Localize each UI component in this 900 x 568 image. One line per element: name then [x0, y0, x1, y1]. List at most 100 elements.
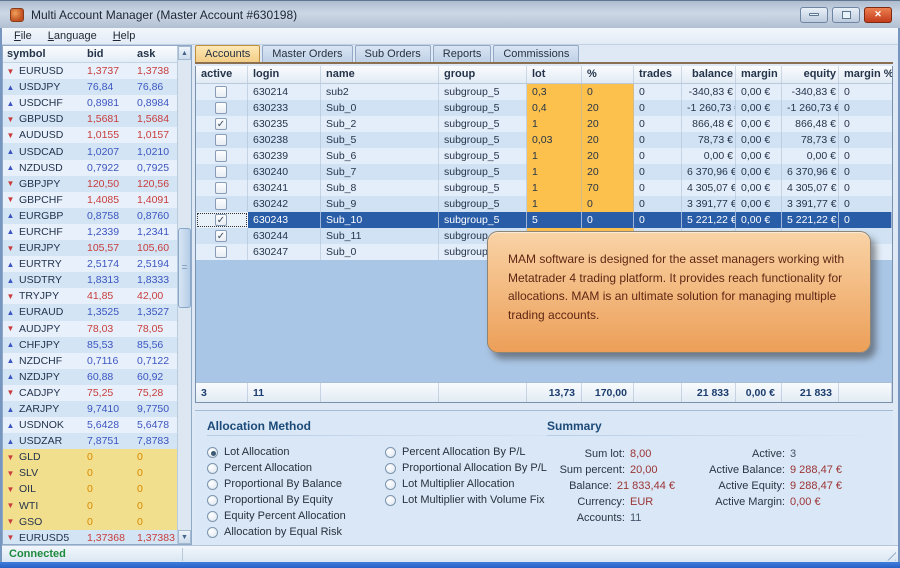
symbol-row[interactable]: ▼ GBPJPY 120,50 120,56 [3, 175, 177, 192]
accounts-header-trades[interactable]: trades [634, 66, 682, 83]
accounts-header-login[interactable]: login [248, 66, 321, 83]
accounts-header-pct[interactable]: % [582, 66, 634, 83]
scrollbar-thumb[interactable] [178, 228, 191, 308]
symbol-row[interactable]: ▲ NZDUSD 0,7922 0,7925 [3, 159, 177, 176]
unchecked-checkbox[interactable] [215, 182, 227, 194]
symbol-row[interactable]: ▲ NZDJPY 60,88 60,92 [3, 368, 177, 385]
unchecked-checkbox[interactable] [215, 198, 227, 210]
account-row[interactable]: 630241 Sub_8 subgroup_5 1 70 0 4 305,07 €0,00 … [196, 180, 892, 196]
symbol-row[interactable]: ▼ SLV 0 0 [3, 465, 177, 482]
scroll-up-icon[interactable]: ▲ [178, 46, 191, 60]
symbol-row[interactable]: ▼ CADJPY 75,25 75,28 [3, 384, 177, 401]
accounts-header-margin[interactable]: margin [736, 66, 782, 83]
account-row[interactable]: 630239 Sub_6 subgroup_5 1 20 0 0,00 €0,00 €0,0… [196, 148, 892, 164]
unchecked-checkbox[interactable] [215, 246, 227, 258]
titlebar[interactable]: Multi Account Manager (Master Account #6… [0, 0, 900, 28]
symbol-row[interactable]: ▲ EURAUD 1,3525 1,3527 [3, 304, 177, 321]
symbol-row[interactable]: ▲ USDCHF 0,8981 0,8984 [3, 95, 177, 112]
accounts-header-group[interactable]: group [439, 66, 527, 83]
menu-item-file[interactable]: File [6, 29, 40, 43]
unchecked-checkbox[interactable] [215, 102, 227, 114]
radio-option-equity-percent-allocation[interactable]: Equity Percent Allocation [207, 510, 385, 523]
accounts-header-equity[interactable]: equity [782, 66, 839, 83]
radio-icon[interactable] [207, 494, 218, 506]
radio-option-percent-allocation[interactable]: Percent Allocation [207, 462, 385, 475]
account-row[interactable]: ✓ 630235 Sub_2 subgroup_5 1 20 0 866,48 €0,00 €… [196, 116, 892, 132]
unchecked-checkbox[interactable] [215, 134, 227, 146]
accounts-header-balance[interactable]: balance [682, 66, 736, 83]
account-row[interactable]: 630240 Sub_7 subgroup_5 1 20 0 6 370,96 €0,00 … [196, 164, 892, 180]
symbol-row[interactable]: ▲ EURGBP 0,8758 0,8760 [3, 207, 177, 224]
radio-icon[interactable] [385, 462, 396, 474]
radio-icon[interactable] [385, 478, 396, 490]
account-row[interactable]: 630242 Sub_9 subgroup_5 1 0 0 3 391,77 €0,00 €… [196, 196, 892, 212]
checked-checkbox[interactable]: ✓ [215, 230, 227, 242]
maximize-button[interactable] [832, 6, 860, 23]
account-row[interactable]: 630233 Sub_0 subgroup_5 0,4 20 0 -1 260,73 €0,… [196, 100, 892, 116]
radio-option-percent-allocation-by-p-l[interactable]: Percent Allocation By P/L [385, 446, 547, 459]
radio-option-proportional-by-equity[interactable]: Proportional By Equity [207, 494, 385, 507]
symbol-row[interactable]: ▲ USDTRY 1,8313 1,8333 [3, 272, 177, 289]
radio-icon[interactable] [207, 510, 218, 522]
unchecked-checkbox[interactable] [215, 86, 227, 98]
resize-grip[interactable] [883, 547, 896, 561]
ask-value: 0 [137, 451, 143, 464]
symbol-row[interactable]: ▲ EURCHF 1,2339 1,2341 [3, 223, 177, 241]
symbol-row[interactable]: ▼ EURJPY 105,57 105,60 [3, 240, 177, 257]
checked-checkbox[interactable]: ✓ [215, 214, 227, 226]
radio-option-allocation-by-equal-risk[interactable]: Allocation by Equal Risk [207, 526, 385, 539]
accounts-header-active[interactable]: active [196, 66, 248, 83]
accounts-header-marginpct[interactable]: margin % [839, 66, 892, 83]
symbol-row[interactable]: ▼ GLD 0 0 [3, 449, 177, 466]
symbol-row[interactable]: ▲ ZARJPY 9,7410 9,7750 [3, 400, 177, 418]
radio-icon[interactable] [385, 494, 396, 506]
radio-icon[interactable] [385, 446, 396, 458]
tab-master-orders[interactable]: Master Orders [262, 45, 353, 62]
radio-selected-icon[interactable] [207, 446, 218, 458]
symbol-row[interactable]: ▲ USDZAR 7,8751 7,8783 [3, 433, 177, 450]
menu-item-help[interactable]: Help [105, 29, 144, 43]
minimize-button[interactable] [800, 6, 828, 23]
symbol-row[interactable]: ▲ EURTRY 2,5174 2,5194 [3, 256, 177, 273]
symbol-row[interactable]: ▲ USDCAD 1,0207 1,0210 [3, 143, 177, 160]
tab-accounts[interactable]: Accounts [195, 45, 261, 62]
account-row[interactable]: ✓ 630243 Sub_10 subgroup_5 5 0 0 5 221,22 €0,00… [196, 212, 892, 228]
symbol-row[interactable]: ▼ GSO 0 0 [3, 513, 177, 530]
symbol-row[interactable]: ▼ WTI 0 0 [3, 497, 177, 514]
unchecked-checkbox[interactable] [215, 166, 227, 178]
radio-icon[interactable] [207, 478, 218, 490]
tab-commissions[interactable]: Commissions [493, 45, 580, 62]
symbol-row[interactable]: ▼ AUDJPY 78,03 78,05 [3, 320, 177, 337]
radio-option-lot-multiplier-with-volume-fix[interactable]: Lot Multiplier with Volume Fix [385, 494, 547, 507]
symbol-row[interactable]: ▲ USDJPY 76,84 76,86 [3, 79, 177, 96]
tab-reports[interactable]: Reports [432, 45, 492, 62]
symbol-row[interactable]: ▼ EURUSD5 1,37368 1,37383 [3, 529, 177, 544]
radio-option-lot-allocation[interactable]: Lot Allocation [207, 446, 385, 459]
radio-option-proportional-allocation-by-p-l[interactable]: Proportional Allocation By P/L [385, 462, 547, 475]
accounts-header-lot[interactable]: lot [527, 66, 582, 83]
close-button[interactable]: ✕ [864, 6, 892, 23]
symbol-row[interactable]: ▼ OIL 0 0 [3, 481, 177, 498]
symbol-row[interactable]: ▼ EURUSD 1,3737 1,3738 [3, 63, 177, 80]
menu-item-language[interactable]: Language [40, 29, 105, 43]
accounts-header-name[interactable]: name [321, 66, 439, 83]
radio-option-proportional-by-balance[interactable]: Proportional By Balance [207, 478, 385, 491]
radio-icon[interactable] [207, 462, 218, 474]
scroll-down-icon[interactable]: ▼ [178, 530, 191, 544]
account-row[interactable]: 630238 Sub_5 subgroup_5 0,03 20 0 78,73 €0,00 … [196, 132, 892, 148]
symbol-row[interactable]: ▼ TRYJPY 41,85 42,00 [3, 288, 177, 305]
scrollbar-track[interactable] [178, 60, 191, 530]
radio-icon[interactable] [207, 526, 218, 538]
tab-sub-orders[interactable]: Sub Orders [354, 45, 431, 62]
symbol-row[interactable]: ▼ AUDUSD 1,0155 1,0157 [3, 127, 177, 144]
checked-checkbox[interactable]: ✓ [215, 118, 227, 130]
symbol-row[interactable]: ▼ GBPCHF 1,4085 1,4091 [3, 191, 177, 208]
symbol-row[interactable]: ▲ USDNOK 5,6428 5,6478 [3, 417, 177, 434]
unchecked-checkbox[interactable] [215, 150, 227, 162]
account-row[interactable]: 630214 sub2 subgroup_5 0,3 0 0 -340,83 €0,00 €… [196, 84, 892, 100]
symbols-scrollbar[interactable]: ▲ ▼ [177, 46, 191, 544]
symbol-row[interactable]: ▼ GBPUSD 1,5681 1,5684 [3, 111, 177, 128]
radio-option-lot-multiplier-allocation[interactable]: Lot Multiplier Allocation [385, 478, 547, 491]
symbol-row[interactable]: ▲ NZDCHF 0,7116 0,7122 [3, 352, 177, 369]
symbol-row[interactable]: ▲ CHFJPY 85,53 85,56 [3, 336, 177, 353]
